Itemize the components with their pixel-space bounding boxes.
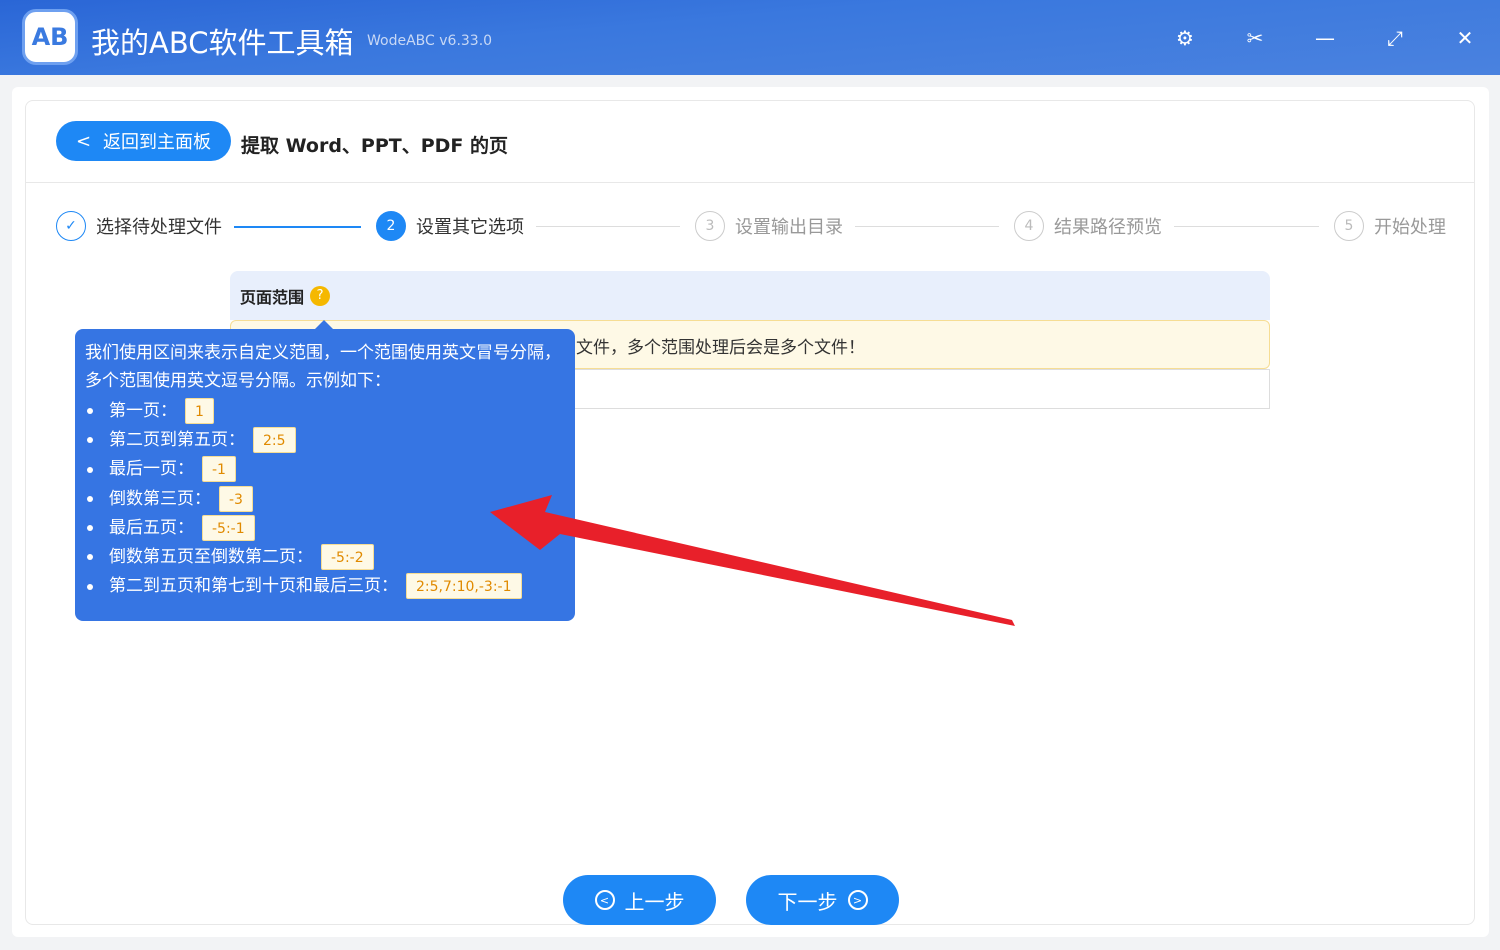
next-label: 下一步 bbox=[777, 889, 838, 914]
red-arrow-annotation bbox=[490, 495, 1015, 626]
prev-step-button[interactable]: < 上一步 bbox=[563, 875, 716, 925]
chevron-right-circle-icon: > bbox=[847, 890, 868, 910]
chevron-left-circle-icon: < bbox=[594, 890, 615, 910]
prev-label: 上一步 bbox=[624, 889, 685, 914]
next-step-button[interactable]: 下一步 > bbox=[746, 875, 899, 925]
